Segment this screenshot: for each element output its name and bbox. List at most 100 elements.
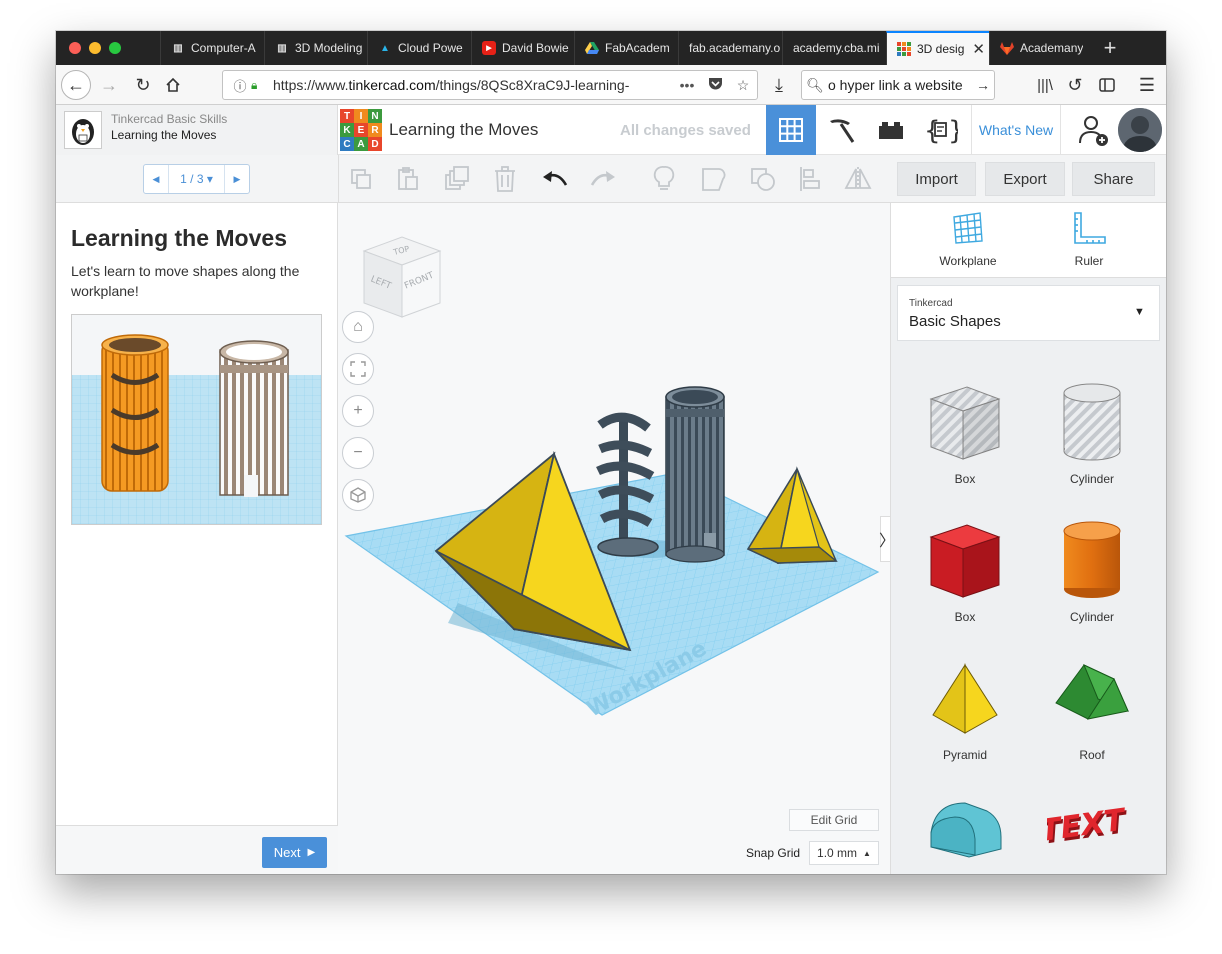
browser-tab-active[interactable]: 3D desig ✕	[886, 31, 989, 65]
browser-tab[interactable]: ▶ David Bowie	[471, 31, 574, 65]
redo-icon	[590, 171, 615, 186]
workplane-scene: Workplane	[344, 386, 880, 722]
tower-shape[interactable]	[665, 386, 725, 563]
box-icon	[929, 524, 1001, 598]
zoom-window-button[interactable]	[109, 42, 121, 54]
back-button[interactable]: ←	[61, 70, 91, 100]
close-window-button[interactable]	[69, 42, 81, 54]
add-user-icon	[1079, 116, 1108, 146]
user-avatar[interactable]	[1118, 108, 1162, 152]
tinkercad-icon	[897, 42, 911, 56]
tinkercad-logo[interactable]: TINKERCAD	[340, 109, 382, 151]
shape-pyramid[interactable]: Pyramid	[910, 655, 1020, 762]
library-button[interactable]: |||\	[1030, 70, 1060, 100]
downloads-button[interactable]: ⤓	[764, 70, 794, 100]
download-icon: ⤓	[775, 74, 783, 95]
url-bar[interactable]: ⓘ 🔒︎ https://www.tinkercad.com/things/8Q…	[222, 70, 758, 100]
align-icon	[800, 167, 820, 191]
prev-step-button[interactable]: ◀	[144, 174, 168, 185]
shape-category-select[interactable]: Tinkercad Basic Shapes ▼	[897, 285, 1160, 341]
shape-roof[interactable]: Roof	[1037, 655, 1147, 762]
lightbulb-icon	[653, 166, 675, 190]
logo-letter: C	[340, 137, 354, 151]
design-title[interactable]: Learning the Moves	[389, 120, 538, 140]
import-button[interactable]: Import	[897, 162, 976, 196]
history-button[interactable]: ↺	[1060, 70, 1090, 100]
workplane-tool[interactable]: Workplane	[923, 211, 1013, 268]
bookmark-star-icon[interactable]: ☆	[729, 77, 757, 94]
lock-icon: 🔒︎	[251, 77, 258, 92]
codeblocks-button[interactable]: {}	[916, 105, 966, 155]
browser-tab[interactable]: ▥ 3D Modeling	[264, 31, 367, 65]
next-button[interactable]: Next ▶	[262, 837, 327, 868]
library-icon: |||\	[1037, 76, 1053, 94]
browser-tab[interactable]: Academany	[989, 31, 1093, 65]
notes-button[interactable]	[648, 163, 680, 195]
lesson-preview-image	[71, 314, 322, 525]
hamburger-menu-icon: ☰	[1138, 74, 1156, 95]
edit-grid-button[interactable]: Edit Grid	[789, 809, 879, 831]
duplicate-button[interactable]	[441, 163, 473, 195]
chevron-right-icon: ▶	[307, 847, 316, 858]
minecraft-view-button[interactable]	[816, 105, 866, 155]
close-tab-icon[interactable]: ✕	[972, 40, 985, 58]
reload-button[interactable]: ↻	[128, 70, 158, 100]
arrow-right-icon: →	[100, 74, 118, 95]
redo-button[interactable]	[587, 163, 619, 195]
align-button[interactable]	[794, 163, 826, 195]
minimize-window-button[interactable]	[89, 42, 101, 54]
shape-box[interactable]: Box	[910, 517, 1020, 624]
next-step-button[interactable]: ▶	[225, 174, 249, 185]
lesson-panel: Learning the Moves Let's learn to move s…	[56, 203, 338, 874]
export-button[interactable]: Export	[985, 162, 1065, 196]
shape-cylinder-hole[interactable]: Cylinder	[1037, 379, 1147, 486]
shape-cylinder[interactable]: Cylinder	[1037, 517, 1147, 624]
page-actions-icon[interactable]: •••	[673, 77, 701, 93]
tab-strip: ▥ Computer-A ▥ 3D Modeling ▲ Cloud Powe …	[56, 31, 1166, 65]
lesson-avatar	[64, 111, 102, 149]
browser-tab[interactable]: ▥ Computer-A	[160, 31, 264, 65]
shape-text[interactable]: TEXT TEXT	[1037, 793, 1147, 862]
group-button[interactable]	[698, 163, 730, 195]
menu-button[interactable]: ☰	[1132, 70, 1162, 100]
pocket-icon[interactable]	[701, 77, 729, 94]
undo-button[interactable]	[539, 163, 571, 195]
logo-letter: D	[368, 137, 382, 151]
workplane-canvas[interactable]: TOP LEFT FRONT ⌂ + − Workplane Edit Grid…	[338, 203, 890, 874]
new-tab-button[interactable]: +	[1096, 31, 1124, 65]
whats-new-button[interactable]: What's New	[971, 105, 1061, 155]
share-button[interactable]: Share	[1072, 162, 1155, 196]
history-icon: ↺	[1067, 74, 1083, 95]
arrow-left-icon: ←	[67, 74, 85, 95]
forward-button[interactable]: →	[94, 70, 124, 100]
text-shape-icon: TEXT TEXT	[1039, 802, 1127, 852]
browser-tab[interactable]: FabAcadem	[574, 31, 678, 65]
logo-letter: N	[368, 109, 382, 123]
editor-toolbar: ◀ 1 / 3 ▾ ▶ Import Export Share	[56, 155, 1166, 203]
browser-tab[interactable]: fab.academany.o	[678, 31, 782, 65]
add-user-button[interactable]	[1068, 105, 1118, 155]
3d-view-button[interactable]	[766, 105, 816, 155]
bricks-view-button[interactable]	[866, 105, 916, 155]
info-icon[interactable]: ⓘ	[229, 76, 251, 95]
search-go-icon[interactable]: →	[972, 77, 994, 93]
home-button[interactable]	[158, 70, 188, 100]
step-select[interactable]: 1 / 3 ▾	[168, 165, 225, 193]
search-input[interactable]: 🔍︎ o hyper link a website →	[801, 70, 995, 100]
caret-down-icon: ▼	[1134, 306, 1145, 318]
delete-button[interactable]	[489, 163, 521, 195]
sidebar-button[interactable]	[1092, 70, 1122, 100]
shape-box-hole[interactable]: Box	[910, 379, 1020, 486]
ungroup-button[interactable]	[747, 163, 779, 195]
save-status: All changes saved	[620, 122, 751, 139]
mirror-button[interactable]	[842, 163, 874, 195]
browser-tab[interactable]: ▲ Cloud Powe	[367, 31, 471, 65]
browser-tab[interactable]: academy.cba.mi	[782, 31, 886, 65]
snap-grid-select[interactable]: 1.0 mm ▲	[809, 841, 879, 865]
paste-button[interactable]	[392, 163, 424, 195]
youtube-icon: ▶	[482, 41, 496, 55]
ruler-tool[interactable]: Ruler	[1044, 211, 1134, 268]
box-hole-icon	[929, 386, 1001, 460]
shape-round-roof[interactable]	[910, 793, 1020, 866]
copy-button[interactable]	[345, 163, 377, 195]
